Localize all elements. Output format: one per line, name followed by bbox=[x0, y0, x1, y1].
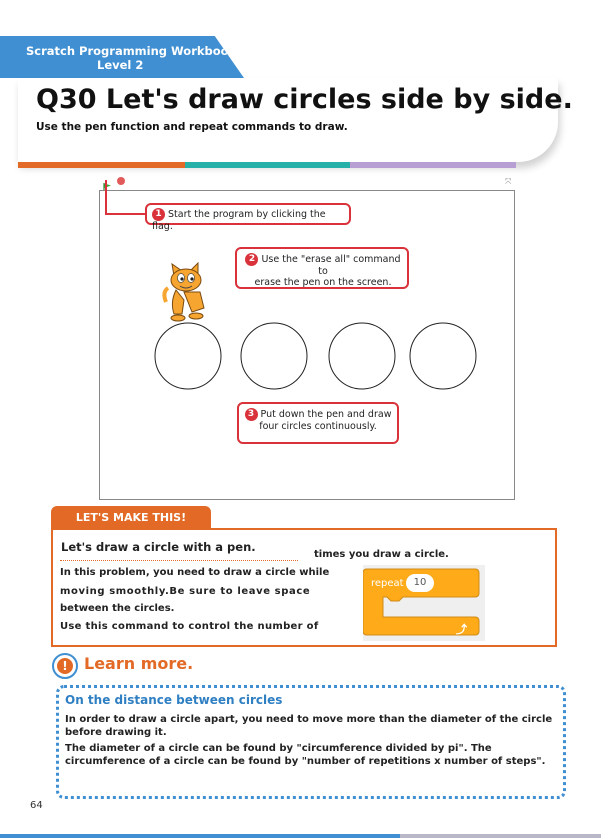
book-title-tab: Scratch Programming Workbook Level 2 bbox=[0, 36, 244, 78]
bottom-bar bbox=[0, 834, 400, 838]
callout-2: 2 Use the "erase all" command to erase th… bbox=[235, 247, 409, 289]
make-this-tab: LET'S MAKE THIS! bbox=[51, 506, 211, 529]
make-this-heading: Let's draw a circle with a pen. bbox=[61, 540, 256, 554]
book-title: Scratch Programming Workbook bbox=[26, 44, 237, 58]
circle-1 bbox=[154, 322, 222, 390]
make-this-para2-line1: Use this command to control the number o… bbox=[60, 621, 319, 632]
callout-3: 3 Put down the pen and draw four circles … bbox=[237, 402, 399, 444]
exclamation-icon: ! bbox=[52, 653, 78, 679]
learn-more-paragraph-2: The diameter of a circle can be found by… bbox=[65, 743, 546, 767]
book-level: Level 2 bbox=[97, 58, 144, 72]
question-subtitle: Use the pen function and repeat commands… bbox=[36, 121, 348, 133]
divider bbox=[60, 560, 298, 561]
color-bar-orange bbox=[18, 162, 185, 168]
circle-4 bbox=[409, 322, 477, 390]
learn-more-paragraph-1: In order to draw a circle apart, you nee… bbox=[65, 714, 553, 738]
question-title: Q30 Let's draw circles side by side. bbox=[36, 84, 573, 115]
callout-1: 1 Start the program by clicking the flag. bbox=[145, 203, 351, 232]
drawn-circles bbox=[154, 322, 477, 390]
callout-2-number: 2 bbox=[245, 253, 259, 266]
color-bar-lavender bbox=[350, 162, 516, 168]
callout-3-number: 3 bbox=[244, 408, 258, 421]
callout-3-text-line1: Put down the pen and draw bbox=[260, 409, 392, 420]
bottom-bar-gray bbox=[400, 834, 601, 838]
callout-3-text-line2: four circles continuously. bbox=[259, 421, 377, 432]
circle-3 bbox=[328, 322, 396, 390]
repeat-block-label: repeat bbox=[371, 578, 404, 589]
page-number: 64 bbox=[30, 800, 43, 811]
make-this-para1-line2: moving smoothly.Be sure to leave space bbox=[60, 586, 311, 597]
make-this-para1-line1: In this problem, you need to draw a circ… bbox=[60, 567, 330, 578]
callout-1-number: 1 bbox=[152, 208, 165, 221]
circle-2 bbox=[240, 322, 308, 390]
callout-2-text-line1: Use the "erase all" command to bbox=[261, 254, 401, 277]
scratch-cat-sprite bbox=[162, 262, 205, 322]
fullscreen-icon[interactable]: ⤧ bbox=[505, 177, 511, 187]
make-this-para2-line2: times you draw a circle. bbox=[314, 549, 449, 560]
learn-more-title: Learn more. bbox=[84, 654, 194, 673]
color-bar-teal bbox=[185, 162, 350, 168]
loop-arrow-icon: ⤴ bbox=[456, 623, 467, 636]
callout-2-text-line2: erase the pen on the screen. bbox=[254, 277, 392, 288]
repeat-count-input[interactable]: 10 bbox=[406, 574, 434, 592]
make-this-para1-line3: between the circles. bbox=[60, 603, 175, 614]
learn-more-heading: On the distance between circles bbox=[65, 693, 283, 707]
